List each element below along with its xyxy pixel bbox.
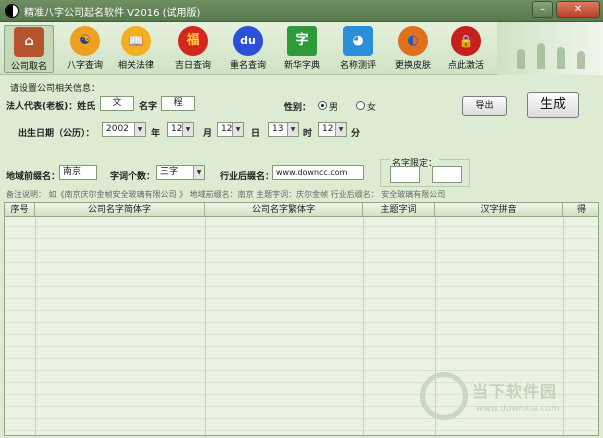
watermark-logo-icon [420,372,468,420]
toolbar-duplicate-name-button[interactable]: du 重名查询 [223,25,273,73]
toolbar-lucky-day-button[interactable]: 福 吉日查询 [168,25,218,73]
gender-female-label: 女 [367,103,377,113]
close-button[interactable]: ✕ [556,1,600,18]
palette-icon: ◐ [398,26,428,56]
yin-yang-icon: ☯ [70,26,100,56]
watermark-url: www.downxia.com [476,404,560,414]
column-header-pinyin[interactable]: 汉字拼音 [435,203,563,217]
gender-male-radio[interactable] [318,101,327,110]
export-button[interactable]: 导出 [462,96,507,116]
watermark: 当下软件园 www.downxia.com [420,372,600,432]
given-name-input[interactable]: 程 [161,96,195,111]
surname-input[interactable]: 文 [100,96,134,111]
region-prefix-input[interactable]: 南京 [59,165,97,180]
window-title: 精准八字公司起名软件 V2016 (试用版) [24,8,201,19]
book-icon: 📖 [121,26,151,56]
toolbar-change-skin-button[interactable]: ◐ 更换皮肤 [388,25,438,73]
column-divider [35,217,36,435]
chevron-down-icon: ▼ [182,123,193,136]
yin-yang-logo-icon [5,4,19,18]
gender-female-radio[interactable] [356,101,365,110]
legal-rep-label: 法人代表(老板)：姓氏 [6,102,96,112]
toolbar: ⌂ 公司取名 ☯ 八字查询 📖 相关法律 福 吉日查询 du 重名查询 字 新华… [0,22,603,75]
day-select[interactable]: 12 ▼ [217,122,244,137]
watermark-brand: 当下软件园 [472,382,558,401]
gender-male-label: 男 [329,103,339,113]
year-unit: 年 [151,129,161,139]
chevron-down-icon: ▼ [193,166,204,179]
chevron-down-icon: ▼ [335,123,346,136]
month-unit: 月 [203,129,213,139]
toolbar-dictionary-button[interactable]: 字 新华字典 [277,25,327,73]
day-unit: 日 [251,129,261,139]
birth-date-label: 出生日期（公历）： [18,129,95,139]
table-header: 序号 公司名字简体字 公司名字繁体字 主题字词 汉字拼音 得 [5,203,598,217]
word-count-label: 字词个数： [110,172,156,182]
industry-suffix-label: 行业后缀名： [220,172,275,182]
lock-icon: 🔒 [451,26,481,56]
house-icon: ⌂ [14,27,44,57]
minimize-button[interactable]: – [532,1,553,18]
toolbar-name-evaluation-button[interactable]: ◕ 名称测评 [333,25,383,73]
decorative-banner-image [497,22,603,75]
column-header-traditional-name[interactable]: 公司名字繁体字 [205,203,363,217]
toolbar-company-naming-button[interactable]: ⌂ 公司取名 [4,25,54,73]
toolbar-activate-button[interactable]: 🔒 点此激活 [441,25,491,73]
word-count-select[interactable]: 三字 ▼ [156,165,205,180]
generate-button[interactable]: 生成 [527,92,579,118]
column-divider [205,217,206,435]
baidu-icon: du [233,26,263,56]
minute-unit: 分 [351,129,361,139]
chevron-down-icon: ▼ [232,123,243,136]
chevron-down-icon: ▼ [287,123,298,136]
minute-select[interactable]: 12 ▼ [318,122,347,137]
column-header-index[interactable]: 序号 [5,203,35,217]
column-divider [363,217,364,435]
dictionary-icon: 字 [287,26,317,56]
figure-shape [537,43,545,69]
section-title: 请设置公司相关信息： [10,84,101,94]
column-header-score[interactable]: 得 [563,203,598,217]
gender-label: 性别： [284,103,312,113]
year-select[interactable]: 2002 ▼ [102,122,146,137]
doraemon-icon: ◕ [343,26,373,56]
figure-shape [517,49,525,69]
hour-unit: 时 [303,129,313,139]
chevron-down-icon: ▼ [134,123,145,136]
name-limit-first-input[interactable] [390,166,420,183]
month-select[interactable]: 12 ▼ [167,122,194,137]
column-header-simplified-name[interactable]: 公司名字简体字 [35,203,205,217]
title-bar: 精准八字公司起名软件 V2016 (试用版) – ✕ [0,0,603,22]
toolbar-related-law-button[interactable]: 📖 相关法律 [111,25,161,73]
industry-suffix-input[interactable]: www.downcc.com [272,165,364,180]
note-text: 备注说明： 如《南京庆尔金帧安全玻璃有限公司 》 地域前缀名：南京 主题字词：庆… [6,190,446,199]
toolbar-bazi-query-button[interactable]: ☯ 八字查询 [60,25,110,73]
column-header-theme-words[interactable]: 主题字词 [363,203,435,217]
name-limit-second-input[interactable] [432,166,462,183]
hour-select[interactable]: 13 ▼ [268,122,299,137]
figure-shape [577,51,585,69]
lantern-icon: 福 [178,26,208,56]
region-prefix-label: 地域前缀名： [6,172,61,182]
figure-shape [557,47,565,69]
given-name-label: 名字 [139,102,158,112]
